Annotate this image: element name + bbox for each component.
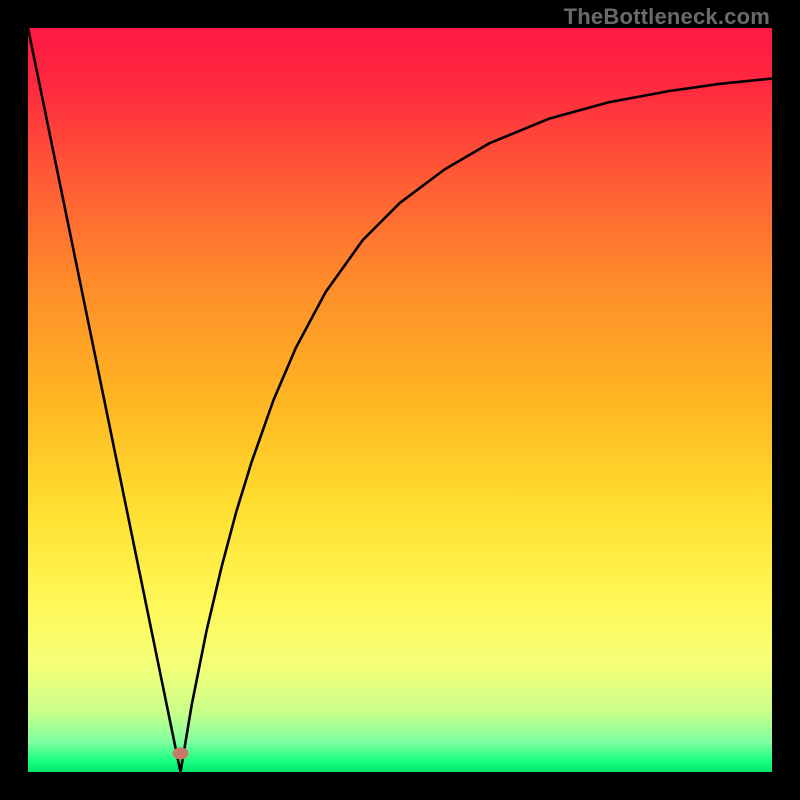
- curve-line: [28, 28, 772, 772]
- plot-area: [28, 28, 772, 772]
- chart-frame: TheBottleneck.com: [0, 0, 800, 800]
- bottleneck-curve: [28, 28, 772, 772]
- watermark-text: TheBottleneck.com: [564, 4, 770, 30]
- optimal-point-marker: [173, 747, 189, 759]
